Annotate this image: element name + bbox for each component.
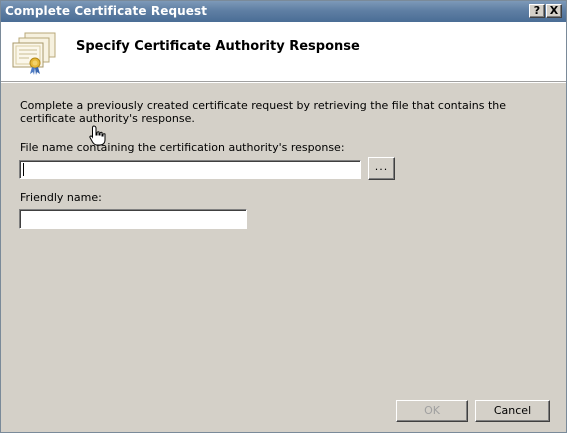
wizard-header: Specify Certificate Authority Response: [1, 22, 566, 82]
certificate-icon: [12, 32, 56, 75]
header-divider: [1, 82, 566, 83]
browse-button[interactable]: ...: [368, 157, 395, 180]
title-bar[interactable]: Complete Certificate Request ? X: [1, 1, 566, 22]
help-button[interactable]: ?: [529, 4, 545, 18]
friendly-name-input[interactable]: [19, 209, 247, 229]
hand-cursor-icon: [89, 125, 106, 146]
ok-button[interactable]: OK: [396, 400, 468, 422]
complete-certificate-request-dialog: Complete Certificate Request ? X Specify…: [0, 0, 567, 433]
file-name-input[interactable]: [19, 160, 361, 179]
window-title: Complete Certificate Request: [5, 4, 208, 18]
description-text: Complete a previously created certificat…: [20, 99, 507, 125]
cancel-button[interactable]: Cancel: [475, 400, 550, 422]
page-title: Specify Certificate Authority Response: [76, 39, 360, 54]
file-name-label: File name containing the certification a…: [20, 141, 345, 154]
text-caret: [23, 163, 24, 176]
close-button[interactable]: X: [546, 4, 562, 18]
friendly-name-label: Friendly name:: [20, 191, 102, 204]
